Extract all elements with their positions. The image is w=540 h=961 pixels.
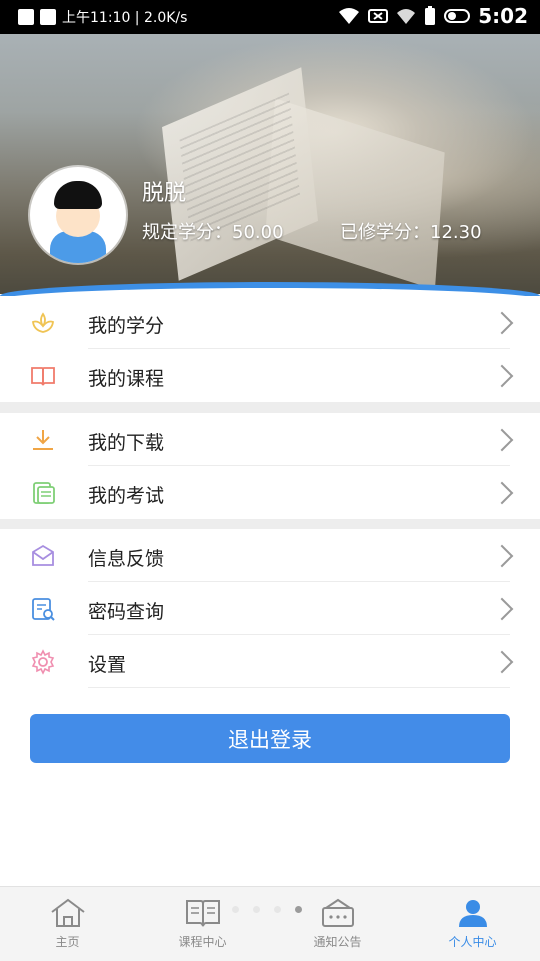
chevron-right-icon [490, 364, 514, 388]
chevron-right-icon [490, 311, 514, 335]
required-credits-value: 50.00 [232, 222, 284, 243]
page-indicator [232, 906, 302, 913]
chevron-right-icon [490, 428, 514, 452]
profile-header: 脱脱 规定学分：50.00 已修学分：12.30 [0, 34, 540, 294]
tab-label: 课程中心 [178, 935, 227, 949]
menu-group-3: 信息反馈 密码查询 设置 [0, 529, 540, 688]
status-bar-left: 上午11:10 | 2.0K/s [18, 7, 187, 27]
menu-item-label: 我的学分 [88, 315, 165, 337]
chevron-right-icon [490, 650, 514, 674]
image-notification-icon [18, 9, 34, 25]
signal-wifi-icon [397, 9, 416, 24]
menu-item-label: 我的下载 [88, 432, 165, 454]
notice-icon [321, 898, 354, 927]
menu-item-label: 密码查询 [88, 601, 165, 623]
status-bar-right: 5:02 [338, 4, 528, 28]
page-dot [232, 906, 239, 913]
toggle-icon [444, 9, 471, 23]
section-divider [0, 402, 540, 413]
password-search-icon [32, 598, 55, 621]
sim-icon [368, 9, 389, 23]
page-dot-active [295, 906, 302, 913]
menu-item-settings[interactable]: 设置 [0, 635, 540, 688]
menu-group-2: 我的下载 我的考试 [0, 413, 540, 519]
tab-course-center[interactable]: 课程中心 [135, 887, 270, 961]
earned-credits: 已修学分：12.30 [340, 218, 482, 244]
menu-item-password-query[interactable]: 密码查询 [0, 582, 540, 635]
avatar[interactable] [30, 167, 126, 263]
menu-item-label: 信息反馈 [88, 548, 165, 570]
menu-item-my-courses[interactable]: 我的课程 [0, 349, 540, 402]
tab-label: 主页 [55, 935, 80, 949]
battery-icon [425, 6, 436, 25]
logout-button[interactable]: 退出登录 [30, 714, 510, 763]
chevron-right-icon [490, 597, 514, 621]
lotus-icon [32, 312, 54, 333]
chevron-right-icon [490, 481, 514, 505]
tab-personal-center[interactable]: 个人中心 [405, 887, 540, 961]
earned-credits-label: 已修学分： [340, 222, 430, 243]
status-left-text: 上午11:10 | 2.0K/s [62, 10, 188, 26]
app-notification-icon [40, 9, 56, 25]
menu-item-my-credits[interactable]: 我的学分 [0, 296, 540, 349]
status-time: 5:02 [478, 4, 528, 28]
menu-item-label: 设置 [88, 654, 127, 676]
bottom-tab-bar: 主页 课程中心 通知公告 个人中心 [0, 886, 540, 961]
menu-item-label: 我的课程 [88, 368, 165, 390]
credits-summary: 规定学分：50.00 已修学分：12.30 [142, 218, 522, 244]
menu-item-my-exams[interactable]: 我的考试 [0, 466, 540, 519]
chevron-right-icon [490, 544, 514, 568]
exam-icon [33, 482, 55, 504]
tab-label: 通知公告 [313, 935, 362, 949]
required-credits: 规定学分：50.00 [142, 222, 284, 243]
menu-item-label: 我的考试 [88, 485, 165, 507]
open-book-icon [185, 900, 220, 927]
tab-home[interactable]: 主页 [0, 887, 135, 961]
tab-notices[interactable]: 通知公告 [270, 887, 405, 961]
mail-icon [32, 544, 54, 566]
required-credits-label: 规定学分： [142, 222, 232, 243]
page-dot [274, 906, 281, 913]
page-dot [253, 906, 260, 913]
home-icon [50, 898, 85, 927]
book-background-image [150, 67, 460, 290]
earned-credits-value: 12.30 [430, 222, 482, 243]
status-bar: 上午11:10 | 2.0K/s 5:02 [0, 0, 540, 34]
menu-item-feedback[interactable]: 信息反馈 [0, 529, 540, 582]
tab-label: 个人中心 [448, 935, 497, 949]
gear-icon [31, 649, 55, 675]
wifi-icon [339, 8, 360, 24]
book-icon [31, 367, 55, 386]
person-icon [458, 900, 487, 927]
download-icon [33, 430, 53, 450]
menu-item-my-downloads[interactable]: 我的下载 [0, 413, 540, 466]
menu-group-1: 我的学分 我的课程 [0, 296, 540, 402]
username: 脱脱 [142, 181, 187, 206]
